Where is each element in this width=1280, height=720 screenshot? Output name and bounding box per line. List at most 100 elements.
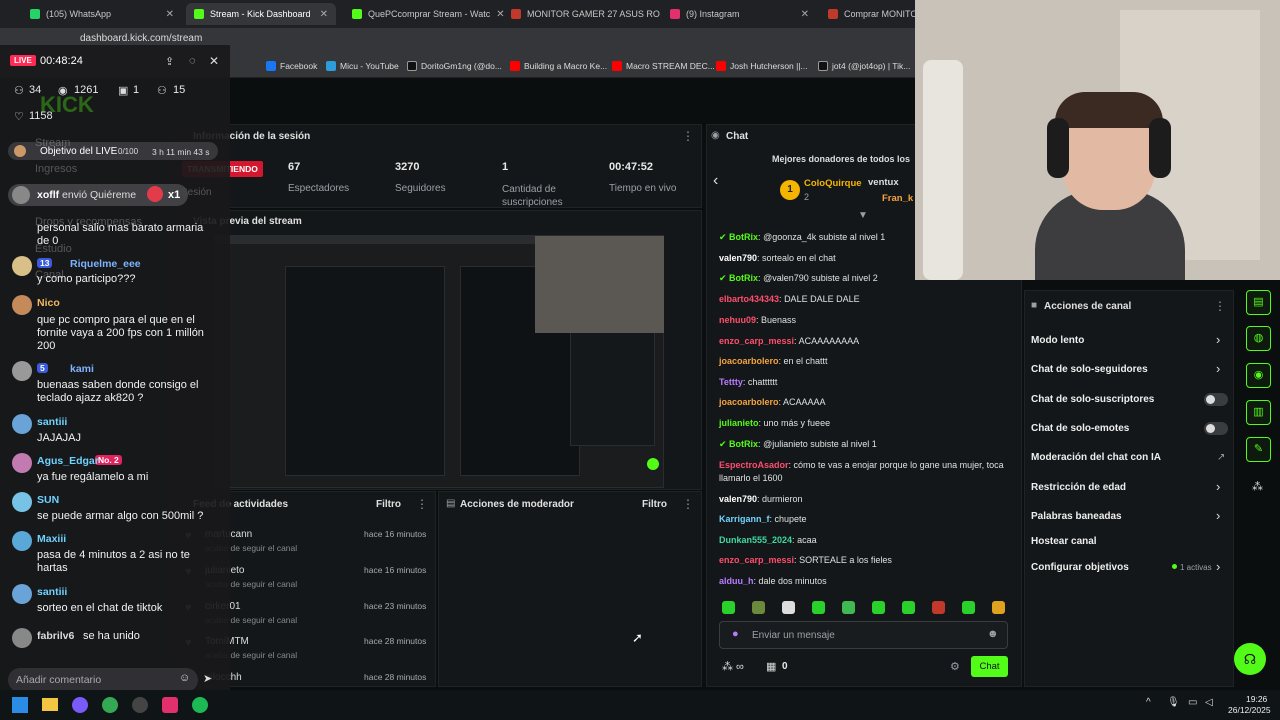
overlay-username[interactable]: kami: [70, 363, 94, 375]
tab-kick-dashboard[interactable]: Stream - Kick Dashboard ✕: [186, 3, 336, 25]
broadcast-icon[interactable]: ◉: [1246, 363, 1271, 388]
chat-username[interactable]: joacoarbolero: [719, 356, 779, 366]
settings-icon[interactable]: ◌: [189, 55, 196, 67]
tray-chevron-icon[interactable]: ^: [1146, 697, 1151, 708]
share-icon[interactable]: ⇪: [165, 55, 174, 68]
action-banned-words[interactable]: Palabras baneadas: [1031, 511, 1122, 522]
chat-username[interactable]: Tettty: [719, 377, 743, 387]
pin-icon[interactable]: ▼: [858, 210, 868, 221]
wrench-icon[interactable]: ✎: [1246, 437, 1271, 462]
chat-username[interactable]: alduu_h: [719, 576, 754, 586]
more-icon[interactable]: ⋮: [416, 497, 428, 511]
action-followers-only[interactable]: Chat de solo-seguidores: [1031, 364, 1148, 375]
chat-username[interactable]: elbarto434343: [719, 294, 779, 304]
more-icon[interactable]: ⋮: [682, 129, 694, 143]
overlay-username[interactable]: Riquelme_eee: [70, 258, 141, 270]
microphone-icon[interactable]: ●: [732, 628, 739, 640]
overlay-username[interactable]: Nico: [37, 297, 60, 309]
activity-filter-button[interactable]: Filtro: [376, 499, 401, 510]
emote-icon[interactable]: [782, 601, 795, 614]
tab-quepccomprar[interactable]: QuePCcomprar Stream - Watc ✕: [344, 3, 504, 25]
send-icon[interactable]: ➤: [203, 672, 212, 685]
chat-username[interactable]: Dunkan555_2024: [719, 535, 792, 545]
bookmark-jot4[interactable]: jot4 (@jot4op) | Tik...: [818, 61, 910, 71]
tab-whatsapp[interactable]: (105) WhatsApp ✕: [22, 3, 182, 25]
microphone-icon[interactable]: 🎙: [1167, 697, 1180, 708]
moderator-filter-button[interactable]: Filtro: [642, 499, 667, 510]
chat-username[interactable]: joacoarbolero: [719, 397, 779, 407]
close-icon[interactable]: ✕: [209, 54, 219, 68]
chevron-right-icon[interactable]: ›: [1216, 508, 1220, 523]
chat-username[interactable]: valen790: [719, 253, 757, 263]
chevron-right-icon[interactable]: ›: [1216, 559, 1220, 574]
chat-username[interactable]: EspectroAsador: [719, 460, 789, 470]
overlay-username[interactable]: santiii: [37, 586, 67, 598]
action-slow-mode[interactable]: Modo lento: [1031, 335, 1084, 346]
tab-instagram[interactable]: (9) Instagram ✕: [662, 3, 817, 25]
chevron-right-icon[interactable]: ›: [1216, 479, 1220, 494]
overlay-username[interactable]: Maxiii: [37, 533, 66, 545]
emote-icon[interactable]: [812, 601, 825, 614]
emote-icon[interactable]: [872, 601, 885, 614]
file-explorer-icon[interactable]: [42, 698, 58, 711]
bookmark-micu[interactable]: Micu - YouTube: [326, 61, 399, 71]
app-icon[interactable]: [72, 697, 88, 713]
spotify-icon[interactable]: [192, 697, 208, 713]
emote-icon[interactable]: [722, 601, 735, 614]
emote-icon[interactable]: [842, 601, 855, 614]
bookmark-macro-ke[interactable]: Building a Macro Ke...: [510, 61, 607, 71]
store-icon[interactable]: ▦: [766, 660, 776, 673]
send-chat-button[interactable]: Chat: [971, 656, 1008, 677]
overlay-username[interactable]: SUN: [37, 494, 59, 506]
emote-icon[interactable]: [752, 601, 765, 614]
apps-icon[interactable]: ⁂: [1252, 480, 1263, 493]
stream-preview-video[interactable]: [214, 235, 664, 488]
more-icon[interactable]: ⋮: [1214, 299, 1226, 313]
emoji-icon[interactable]: ☻: [987, 628, 999, 640]
emote-icon[interactable]: [902, 601, 915, 614]
emotes-only-toggle[interactable]: [1204, 422, 1228, 435]
bookmark-dorito[interactable]: DoritoGm1ng (@do...: [407, 61, 502, 71]
chat-bubble-icon[interactable]: ◍: [1246, 326, 1271, 351]
tab-monitor[interactable]: MONITOR GAMER 27 ASUS RO✕: [503, 3, 663, 25]
chat-username[interactable]: enzo_carp_messi: [719, 555, 794, 565]
layout-icon[interactable]: ▥: [1246, 400, 1271, 425]
chat-username[interactable]: nehuu09: [719, 315, 756, 325]
overlay-username[interactable]: Agus_Edgar: [37, 455, 99, 467]
network-icon[interactable]: ▭: [1188, 697, 1197, 708]
chat-username[interactable]: BotRix: [729, 273, 758, 283]
infinity-icon[interactable]: ⁂ ∞: [722, 660, 744, 673]
emote-icon[interactable]: [992, 601, 1005, 614]
document-icon[interactable]: ▤: [1246, 290, 1271, 315]
volume-icon[interactable]: ◁: [1205, 697, 1213, 708]
tab-comprar[interactable]: Comprar MONITOR: [820, 3, 915, 25]
emote-icon[interactable]: [932, 601, 945, 614]
chat-username[interactable]: valen790: [719, 494, 757, 504]
more-icon[interactable]: ⋮: [682, 497, 694, 511]
chat-username[interactable]: BotRix: [729, 439, 758, 449]
action-configure-goals[interactable]: Configurar objetivos: [1031, 562, 1129, 573]
chrome-icon[interactable]: [102, 697, 118, 713]
chevron-right-icon[interactable]: ›: [1216, 332, 1220, 347]
chevron-right-icon[interactable]: ›: [1216, 361, 1220, 376]
windows-start-icon[interactable]: [12, 697, 28, 713]
subscribers-only-toggle[interactable]: [1204, 393, 1228, 406]
chat-username[interactable]: BotRix: [729, 232, 758, 242]
tiktok-live-icon[interactable]: [162, 697, 178, 713]
close-icon[interactable]: ✕: [166, 9, 174, 20]
action-ai-moderation[interactable]: Moderación del chat con IA: [1031, 452, 1161, 463]
chevron-left-icon[interactable]: ‹: [713, 172, 718, 190]
close-icon[interactable]: ✕: [320, 9, 328, 20]
external-link-icon[interactable]: ↗: [1217, 452, 1225, 463]
emoji-icon[interactable]: ☺: [179, 672, 190, 684]
action-host-channel[interactable]: Hostear canal: [1031, 536, 1097, 547]
chat-username[interactable]: enzo_carp_messi: [719, 336, 794, 346]
chat-username[interactable]: julianieto: [719, 418, 759, 428]
headset-icon[interactable]: ☊: [1234, 643, 1266, 675]
gear-icon[interactable]: ⚙: [950, 660, 960, 673]
bookmark-facebook[interactable]: Facebook: [266, 61, 317, 71]
overlay-username[interactable]: fabrilv6: [37, 630, 74, 642]
close-icon[interactable]: ✕: [801, 9, 809, 20]
address-bar[interactable]: dashboard.kick.com/stream: [80, 33, 202, 44]
bookmark-macro-stream[interactable]: Macro STREAM DEC...: [612, 61, 715, 71]
